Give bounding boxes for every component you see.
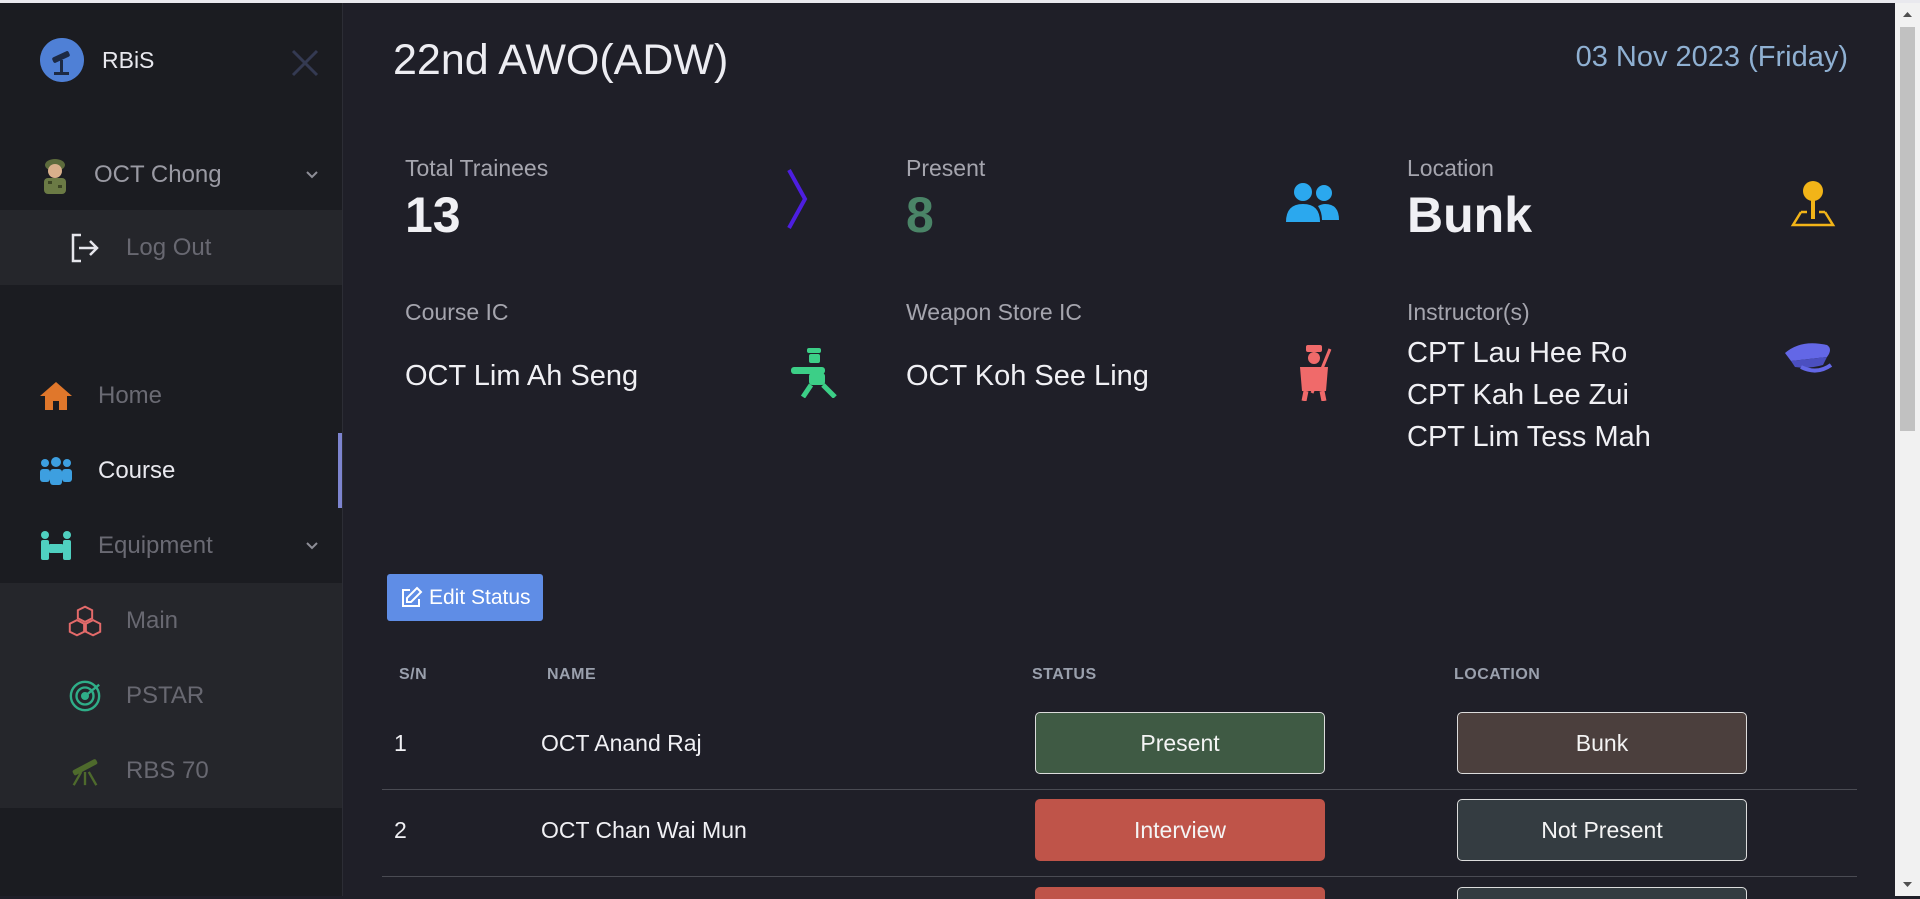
user-menu-toggle[interactable]: OCT Chong <box>0 143 342 207</box>
location-button-partial[interactable] <box>1457 887 1747 899</box>
sidebar: RBiS OCT Chong Log Out Home Course Equip… <box>0 3 343 896</box>
equipment-submenu: Main PSTAR RBS 70 <box>0 583 342 808</box>
logout-label: Log Out <box>126 233 212 261</box>
sidebar-item-home[interactable]: Home <box>0 358 342 433</box>
table-header-status: STATUS <box>1032 666 1097 683</box>
table-row: 1 OCT Anand Raj Present Bunk <box>382 703 1857 790</box>
brand-logo-icon <box>40 38 84 82</box>
card-instructors: Instructor(s) CPT Lau Hee Ro CPT Kah Lee… <box>1407 299 1847 458</box>
card-value: OCT Koh See Ling <box>906 360 1149 392</box>
main-content: 22nd AWO(ADW) 03 Nov 2023 (Friday) Total… <box>344 3 1895 899</box>
active-indicator <box>338 433 342 508</box>
table-row: 2 OCT Chan Wai Mun Interview Not Present <box>382 790 1857 877</box>
salute-soldier-icon <box>785 343 845 403</box>
cell-sn: 1 <box>394 730 407 756</box>
cubes-icon <box>68 604 102 638</box>
card-label: Course IC <box>405 299 509 325</box>
sidebar-item-main[interactable]: Main <box>0 583 342 658</box>
close-icon[interactable] <box>290 48 320 78</box>
sidebar-item-label: Course <box>98 456 176 484</box>
missile-launcher-icon <box>68 754 102 788</box>
officer-cap-icon <box>1777 327 1837 387</box>
chevron-down-icon <box>306 542 318 550</box>
sidebar-item-label: Main <box>126 606 179 634</box>
edit-status-label: Edit Status <box>429 585 531 609</box>
card-value: 8 <box>906 187 934 243</box>
sidebar-item-pstar[interactable]: PSTAR <box>0 658 342 733</box>
card-course-ic: Course IC OCT Lim Ah Seng <box>405 299 845 398</box>
card-value: OCT Lim Ah Seng <box>405 360 639 392</box>
card-total-trainees: Total Trainees 13 <box>405 155 845 244</box>
sidebar-item-rbs70[interactable]: RBS 70 <box>0 733 342 808</box>
scroll-down-arrow-icon[interactable] <box>1902 879 1913 890</box>
row-divider <box>382 876 1857 877</box>
table-header-sn: S/N <box>399 666 428 683</box>
page-date: 03 Nov 2023 (Friday) <box>1575 41 1848 73</box>
brand-name: RBiS <box>102 46 155 73</box>
cell-name: OCT Chan Wai Mun <box>541 817 747 843</box>
user-name: OCT Chong <box>94 161 222 188</box>
card-label: Location <box>1407 155 1494 181</box>
status-button[interactable]: Present <box>1035 712 1325 774</box>
logout-icon <box>68 231 102 265</box>
people-group-icon <box>38 453 74 489</box>
user-submenu: Log Out <box>0 210 342 285</box>
status-button-partial[interactable] <box>1035 887 1325 899</box>
guard-soldier-icon <box>1284 343 1344 403</box>
sidebar-item-equipment[interactable]: Equipment <box>0 508 342 583</box>
status-button[interactable]: Interview <box>1035 799 1325 861</box>
brand[interactable]: RBiS <box>40 38 154 82</box>
location-button[interactable]: Bunk <box>1457 712 1747 774</box>
equipment-icon <box>38 528 74 564</box>
sidebar-item-label: Equipment <box>98 531 213 559</box>
card-present: Present 8 <box>906 155 1346 244</box>
instructor-name: CPT Lim Tess Mah <box>1407 421 1651 453</box>
home-icon <box>38 378 74 414</box>
edit-icon <box>402 586 423 607</box>
logout-button[interactable]: Log Out <box>0 210 342 285</box>
page-title: 22nd AWO(ADW) <box>393 36 729 84</box>
table-header-name: NAME <box>547 666 597 683</box>
cell-name: OCT Anand Raj <box>541 730 702 756</box>
card-label: Weapon Store IC <box>906 299 1083 325</box>
vertical-scrollbar[interactable] <box>1895 3 1920 896</box>
soldier-avatar-icon <box>38 156 72 194</box>
map-pin-icon <box>1783 173 1843 233</box>
table-header-location: LOCATION <box>1454 666 1541 683</box>
sidebar-item-label: Home <box>98 381 163 409</box>
scrollbar-thumb[interactable] <box>1900 27 1915 431</box>
chevron-down-icon <box>306 171 318 179</box>
sidebar-item-course[interactable]: Course <box>0 433 342 508</box>
scroll-up-arrow-icon[interactable] <box>1902 9 1913 20</box>
sidebar-item-label: RBS 70 <box>126 756 209 784</box>
card-value: Bunk <box>1407 187 1532 243</box>
cell-sn: 2 <box>394 817 407 843</box>
edit-status-button[interactable]: Edit Status <box>387 574 543 621</box>
card-weapon-store-ic: Weapon Store IC OCT Koh See Ling <box>906 299 1346 401</box>
location-button[interactable]: Not Present <box>1457 799 1747 861</box>
radar-icon <box>68 679 102 713</box>
users-icon <box>1282 173 1342 233</box>
card-label: Present <box>906 155 986 181</box>
card-location: Location Bunk <box>1407 155 1847 244</box>
sidebar-item-label: PSTAR <box>126 681 205 709</box>
card-label: Instructor(s) <box>1407 299 1530 325</box>
chevron-right-icon[interactable] <box>767 169 827 229</box>
